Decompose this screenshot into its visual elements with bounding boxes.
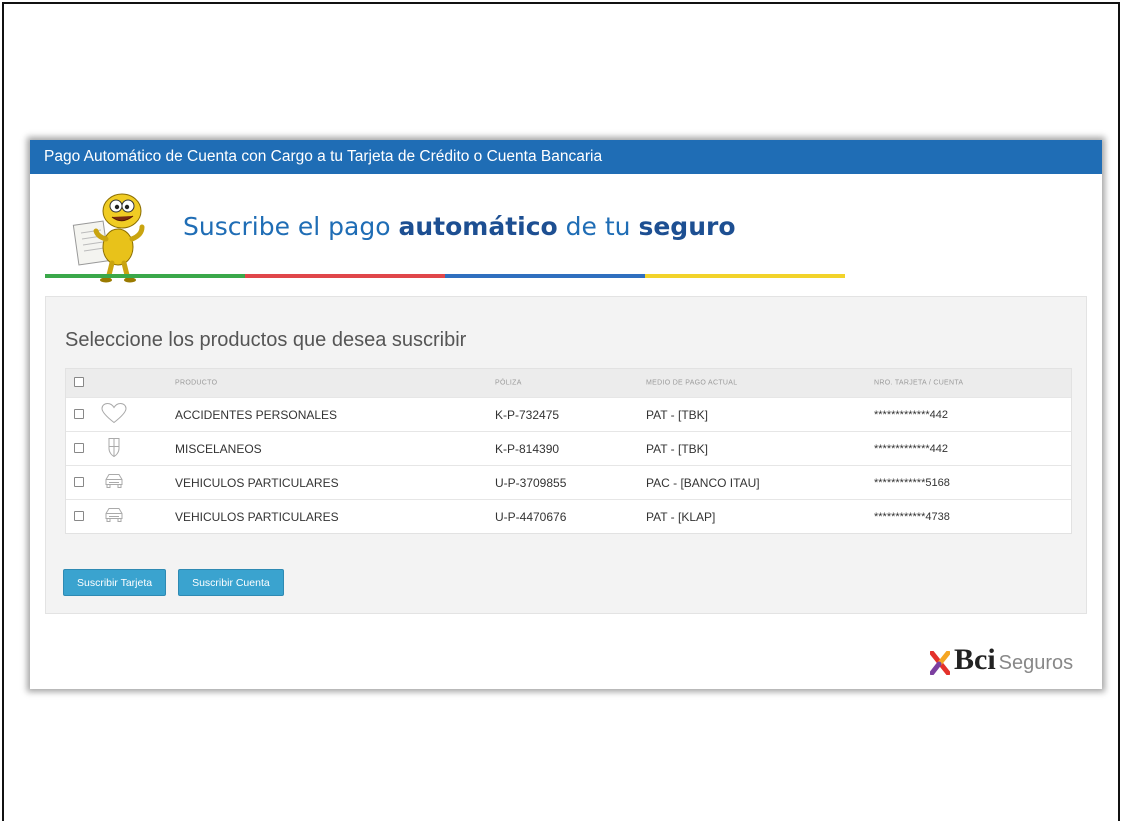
headline-bold-1: automático [398, 212, 558, 241]
cell-producto: ACCIDENTES PERSONALES [175, 407, 338, 422]
cell-producto: VEHICULOS PARTICULARES [175, 509, 339, 524]
subscribe-account-button[interactable]: Suscribir Cuenta [178, 569, 284, 596]
row-checkbox[interactable] [74, 442, 84, 456]
table-row: MISCELANEOS K-P-814390 PAT - [TBK] *****… [66, 431, 1071, 465]
cell-nro-tarjeta: *************442 [874, 408, 949, 421]
logo-subtitle: Seguros [998, 652, 1074, 674]
cell-poliza: K-P-814390 [495, 441, 560, 456]
car-icon [101, 470, 127, 495]
row-checkbox[interactable] [74, 476, 84, 490]
color-stripe [45, 274, 845, 278]
stripe-yellow [645, 274, 845, 278]
panel-title: Seleccione los productos que desea suscr… [65, 329, 467, 351]
action-buttons: Suscribir Tarjeta Suscribir Cuenta [63, 569, 284, 596]
cell-producto: MISCELANEOS [175, 441, 262, 456]
cell-nro-tarjeta: ************5168 [874, 476, 950, 489]
cell-medio-pago: PAT - [TBK] [646, 441, 709, 456]
headline-text-2: de tu [557, 212, 639, 241]
mascot-illustration [72, 193, 145, 283]
car-icon [101, 504, 127, 529]
cell-medio-pago: PAT - [KLAP] [646, 509, 716, 524]
banner-headline: Suscribe el pago automático de tu seguro [183, 212, 736, 241]
cell-medio-pago: PAC - [BANCO ITAU] [646, 475, 760, 490]
cell-producto: VEHICULOS PARTICULARES [175, 475, 339, 490]
cell-poliza: U-P-3709855 [495, 475, 567, 490]
header-medio-pago: MEDIO DE PAGO ACTUAL [646, 379, 738, 387]
products-panel: Seleccione los productos que desea suscr… [45, 296, 1087, 614]
logo-brand: Bci [954, 643, 996, 676]
cell-poliza: K-P-732475 [495, 407, 560, 422]
bci-logo-mark [930, 651, 950, 675]
cell-nro-tarjeta: *************442 [874, 442, 949, 455]
stripe-red [245, 274, 445, 278]
header-producto: PRODUCTO [175, 379, 218, 387]
table-row: VEHICULOS PARTICULARES U-P-3709855 PAC -… [66, 465, 1071, 499]
row-checkbox[interactable] [74, 510, 84, 524]
products-table: PRODUCTO PÓLIZA MEDIO DE PAGO ACTUAL NRO… [65, 368, 1072, 534]
header-poliza: PÓLIZA [495, 379, 522, 387]
stripe-blue [445, 274, 645, 278]
banner: Suscribe el pago automático de tu seguro [30, 174, 1102, 283]
select-all-checkbox[interactable] [74, 377, 84, 389]
window-title: Pago Automático de Cuenta con Cargo a tu… [30, 140, 1102, 174]
headline-text-1: Suscribe el pago [183, 212, 399, 241]
headline-bold-2: seguro [638, 212, 736, 241]
table-row: ACCIDENTES PERSONALES K-P-732475 PAT - [… [66, 397, 1071, 431]
cell-medio-pago: PAT - [TBK] [646, 407, 709, 422]
table-row: VEHICULOS PARTICULARES U-P-4470676 PAT -… [66, 499, 1071, 533]
cell-nro-tarjeta: ************4738 [874, 510, 950, 523]
header-nro-tarjeta: NRO. TARJETA / CUENTA [874, 379, 964, 387]
subscribe-card-button[interactable]: Suscribir Tarjeta [63, 569, 167, 596]
cell-poliza: U-P-4470676 [495, 509, 567, 524]
stripe-green [45, 274, 245, 278]
subscription-window: Pago Automático de Cuenta con Cargo a tu… [30, 140, 1102, 689]
row-checkbox[interactable] [74, 408, 84, 422]
heart-icon [101, 402, 127, 427]
shield-icon [101, 436, 127, 461]
bci-seguros-logo: Bci Seguros [930, 645, 1073, 675]
table-header: PRODUCTO PÓLIZA MEDIO DE PAGO ACTUAL NRO… [66, 369, 1071, 397]
